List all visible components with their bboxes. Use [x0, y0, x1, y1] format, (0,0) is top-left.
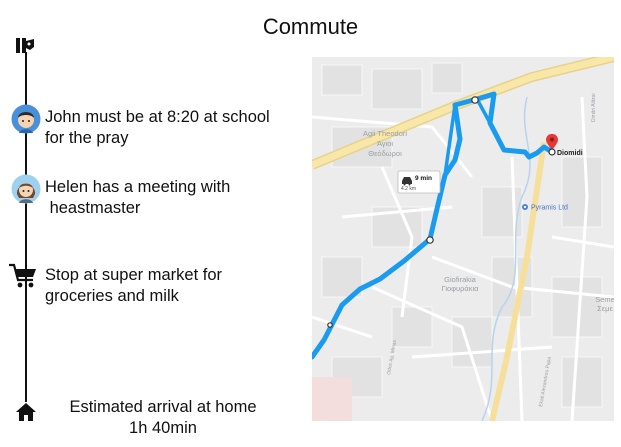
home-icon	[16, 403, 36, 421]
timeline-item-2-line2: heastmaster	[45, 199, 141, 217]
arrival-text: Estimated arrival at home 1h 40min	[48, 397, 278, 439]
timeline-item-1-text: John must be at 8:20 at school for the p…	[45, 107, 270, 149]
boy-avatar-icon	[11, 104, 41, 134]
route-distance: 4.2 km	[401, 186, 416, 192]
girl-avatar-icon	[11, 174, 41, 204]
place-label: Pyramis Ltd	[531, 205, 568, 212]
gift-icon	[16, 38, 34, 53]
timeline-item-3-line1: Stop at super market for	[45, 266, 222, 284]
area-label-agioi-1: Agii Theodori	[363, 129, 407, 138]
timeline-item-2-line1: Helen has a meeting with	[45, 178, 231, 196]
area-label-giofirakia-2: Γιοφυράκια	[442, 284, 480, 293]
area-label-giofirakia-1: Giofirakia	[444, 275, 477, 284]
place-marker-icon[interactable]	[522, 204, 528, 210]
route-map[interactable]: Agii Theodori Άγιοι Θεόδωροι Giofirakia …	[312, 57, 614, 421]
timeline-item-3-text: Stop at super market for groceries and m…	[45, 265, 222, 307]
arrival-line2: 1h 40min	[129, 419, 197, 437]
street-label-2: Dimitri Alitzai	[591, 93, 597, 122]
area-label-semi-1: Seme	[595, 295, 614, 304]
car-icon	[402, 177, 412, 184]
route-time: 9 min	[415, 175, 432, 182]
timeline-item-3-line2: groceries and milk	[45, 287, 179, 305]
area-label-semi-2: Σεμε	[597, 304, 613, 313]
area-label-agioi-2: Άγιοι	[377, 139, 393, 148]
page-title: Commute	[262, 14, 359, 39]
timeline-item-1-line1: John must be at 8:20 at school	[45, 108, 270, 126]
route-info-box[interactable]: 9 min 4.2 km	[397, 170, 441, 194]
timeline-item-2-text: Helen has a meeting with heastmaster	[45, 177, 230, 219]
timeline-item-1-line2: for the pray	[45, 129, 129, 147]
shopping-cart-icon	[9, 263, 36, 288]
area-label-agioi-3: Θεόδωροι	[368, 149, 402, 158]
arrival-line1: Estimated arrival at home	[69, 398, 257, 416]
destination-label: Diomidi	[557, 150, 583, 157]
destination-marker	[548, 148, 556, 156]
poi-area	[312, 377, 352, 421]
